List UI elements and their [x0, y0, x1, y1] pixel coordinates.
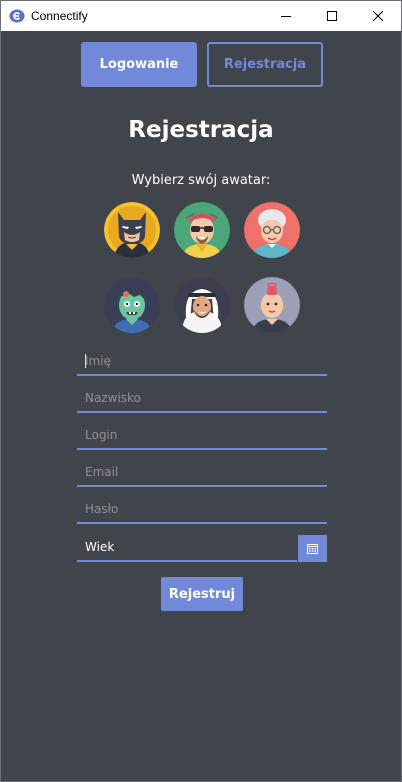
close-icon [373, 11, 383, 21]
age-input[interactable] [77, 534, 297, 560]
app-window: Connectify Logowanie Rejestracja Rejestr… [0, 0, 402, 782]
connectify-logo-icon [9, 9, 25, 23]
email-input[interactable] [77, 459, 327, 485]
age-field[interactable] [77, 534, 297, 562]
login-field[interactable] [77, 422, 327, 450]
zombie-avatar[interactable] [104, 277, 160, 333]
calendar-icon [307, 544, 318, 554]
punk-avatar[interactable] [244, 277, 300, 333]
window-title: Connectify [31, 9, 88, 23]
minimize-icon [281, 16, 291, 17]
sheikh-avatar[interactable] [174, 277, 230, 333]
batman-avatar[interactable] [104, 202, 160, 258]
maximize-icon [327, 11, 337, 21]
title-bar[interactable]: Connectify [1, 1, 401, 31]
first-name-field[interactable] [77, 348, 327, 376]
login-input[interactable] [77, 422, 327, 448]
date-picker-button[interactable] [298, 535, 327, 562]
heisenberg-avatar[interactable] [174, 202, 230, 258]
page-title: Rejestracja [128, 117, 274, 143]
register-submit-button[interactable]: Rejestruj [161, 577, 243, 611]
password-input[interactable] [77, 496, 327, 522]
text-caret [85, 354, 86, 368]
last-name-input[interactable] [77, 385, 327, 411]
minimize-button[interactable] [263, 1, 309, 31]
maximize-button[interactable] [309, 1, 355, 31]
grandma-avatar[interactable] [244, 202, 300, 258]
first-name-input[interactable] [77, 348, 327, 374]
close-button[interactable] [355, 1, 401, 31]
login-tab-button[interactable]: Logowanie [81, 42, 197, 87]
password-field[interactable] [77, 496, 327, 524]
email-field[interactable] [77, 459, 327, 487]
avatar-prompt: Wybierz swój awatar: [131, 173, 271, 188]
last-name-field[interactable] [77, 385, 327, 413]
register-tab-button[interactable]: Rejestracja [207, 42, 323, 87]
